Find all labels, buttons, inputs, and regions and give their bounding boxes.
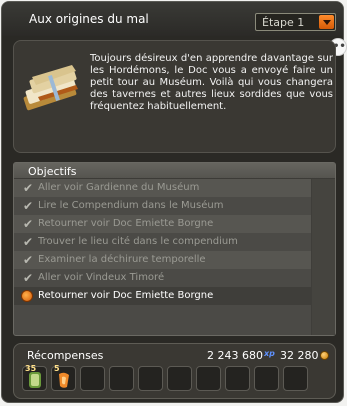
orange-item-icon [59,372,69,388]
step-dropdown[interactable]: Étape 1 [255,13,336,31]
objective-label: Aller voir Gardienne du Muséum [38,182,200,193]
active-objective-icon [21,290,33,302]
checkmark-icon: ✔ [23,235,34,249]
reward-slot-empty[interactable] [225,366,250,391]
xp-icon: xp [264,349,275,358]
reward-slot-empty[interactable] [109,366,134,391]
objective-item: ✔ Aller voir Vindeux Timoré [14,269,335,287]
xp-reward: 2 243 680 [207,349,263,362]
quest-window: Aux origines du mal Étape 1 ••• Toujours… [1,1,347,403]
objective-label: Retourner voir Doc Emiette Borgne [38,290,214,301]
checkmark-icon: ✔ [23,271,34,285]
chevron-down-icon[interactable] [319,15,334,29]
quest-description: Toujours désireux d'en apprendre davanta… [13,40,336,153]
description-text: Toujours désireux d'en apprendre davanta… [90,53,333,112]
reward-slot-empty[interactable] [80,366,105,391]
reward-slot-empty[interactable] [167,366,192,391]
checkmark-icon: ✔ [23,253,34,267]
kamas-reward: 32 280 [280,349,319,362]
reward-slot-empty[interactable] [138,366,163,391]
reward-qty: 5 [54,364,60,373]
reward-qty: 35 [25,364,37,373]
quest-title: Aux origines du mal [29,12,149,26]
objective-item-active[interactable]: Retourner voir Doc Emiette Borgne [14,287,335,305]
reward-slot-empty[interactable] [196,366,221,391]
objective-item: ✔ Aller voir Gardienne du Muséum [14,179,335,197]
reward-slot-empty[interactable] [254,366,279,391]
objective-item: ✔ Trouver le lieu cité dans le compendiu… [14,233,335,251]
objective-label: Aller voir Vindeux Timoré [38,272,165,283]
rewards-title: Récompenses [27,349,104,362]
checkmark-icon: ✔ [23,199,34,213]
objectives-list: ✔ Aller voir Gardienne du Muséum ✔ Lire … [14,179,335,305]
reward-slot[interactable]: 35 [22,364,47,391]
step-dropdown-value: Étape 1 [262,16,305,29]
rewards-panel: Récompenses 2 243 680 xp 32 280 35 5 [13,343,336,399]
objectives-panel: Objectifs ✔ Aller voir Gardienne du Musé… [13,162,336,336]
book-icon [23,65,78,111]
scroll-item-icon [29,372,41,388]
checkmark-icon: ✔ [23,217,34,231]
objectives-header-label: Objectifs [28,165,77,178]
objective-item: ✔ Retourner voir Doc Emiette Borgne [14,215,335,233]
objective-item: ✔ Examiner la déchirure temporelle [14,251,335,269]
objectives-scrollbar[interactable] [311,179,335,335]
objective-item: ✔ Lire le Compendium dans le Muséum [14,197,335,215]
title-bar[interactable]: Aux origines du mal Étape 1 [2,2,343,36]
objective-label: Trouver le lieu cité dans le compendium [38,236,238,247]
objective-label: Examiner la déchirure temporelle [38,254,206,265]
reward-slot[interactable]: 5 [51,364,76,391]
checkmark-icon: ✔ [23,181,34,195]
objective-label: Retourner voir Doc Emiette Borgne [38,218,214,229]
objective-label: Lire le Compendium dans le Muséum [38,200,224,211]
objectives-header: Objectifs [14,163,335,179]
kamas-icon [320,351,329,360]
reward-slot-empty[interactable] [283,366,308,391]
